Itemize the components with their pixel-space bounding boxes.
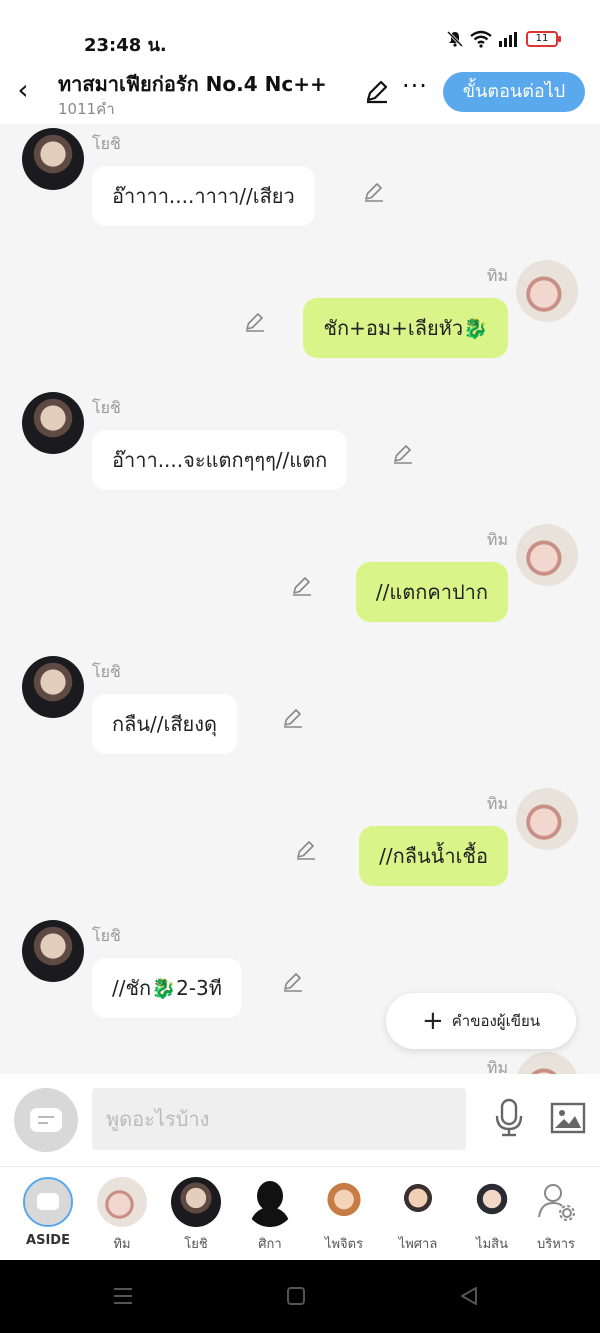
character-bar: ASIDE ทิม โยชิ ศิกา ไพจิตร ไพศาล ไมสิน บ…	[0, 1166, 600, 1260]
avatar-tim[interactable]	[516, 260, 578, 322]
signal-icon	[499, 32, 517, 47]
message-sender: ทิม	[486, 794, 508, 813]
manage-characters-button[interactable]: บริหาร	[521, 1177, 591, 1254]
message-sender: ทิม	[486, 530, 508, 549]
message-bubble[interactable]: //กลืนน้ำเชื้อ	[359, 826, 508, 886]
avatar-tim[interactable]	[516, 1052, 578, 1074]
edit-pen-icon[interactable]	[290, 574, 314, 598]
message-bubble[interactable]: //ชัก🐉2-3ที	[92, 958, 242, 1018]
back-triangle-icon[interactable]	[458, 1284, 480, 1308]
message-sender: โยชิ	[92, 926, 121, 945]
avatar-tim[interactable]	[516, 788, 578, 850]
message-sender: โยชิ	[92, 134, 121, 153]
author-note-label: คำของผู้เขียน	[451, 1012, 541, 1030]
message-bubble[interactable]: กลืน//เสียงดุ	[92, 694, 238, 754]
character-item-yoshi[interactable]: โยชิ	[161, 1177, 231, 1254]
character-item-paisan[interactable]: ไพศาล	[383, 1177, 453, 1254]
message-sender: ทิม	[486, 1058, 508, 1074]
character-name: บริหาร	[536, 1237, 576, 1252]
system-nav-bar	[0, 1260, 600, 1333]
menu-icon[interactable]	[112, 1284, 134, 1308]
page-title: ทาสมาเฟียก่อรัก No.4 Nc++	[58, 72, 327, 96]
status-icons: 11	[446, 30, 561, 48]
author-note-button[interactable]: + คำของผู้เขียน	[386, 993, 576, 1049]
avatar-yoshi[interactable]	[22, 920, 84, 982]
edit-pen-icon[interactable]	[364, 78, 390, 104]
status-bar: 23:48 น. 11	[0, 0, 600, 64]
more-options-icon[interactable]: ···	[402, 72, 428, 100]
edit-pen-icon[interactable]	[294, 838, 318, 862]
back-arrow-icon[interactable]: ‹	[10, 74, 36, 106]
character-name: ไพจิตร	[324, 1237, 364, 1252]
aside-icon	[23, 1177, 73, 1227]
message-input[interactable]	[92, 1088, 466, 1150]
message-bubble[interactable]: อ๊าาาา....าาาา//เสียว	[92, 166, 315, 226]
avatar	[393, 1177, 443, 1227]
character-name: ไมสิน	[476, 1237, 508, 1252]
edit-pen-icon[interactable]	[362, 180, 386, 204]
edit-pen-icon[interactable]	[281, 970, 305, 994]
message-bubble[interactable]: ชัก+อม+เลียหัว🐉	[303, 298, 508, 358]
home-icon[interactable]	[285, 1284, 307, 1308]
avatar	[97, 1177, 147, 1227]
avatar	[319, 1177, 369, 1227]
edit-pen-icon[interactable]	[243, 310, 267, 334]
avatar	[467, 1177, 517, 1227]
character-item-maisin[interactable]: ไมสิน	[457, 1177, 527, 1254]
wifi-icon	[470, 30, 492, 48]
message-sender: ทิม	[486, 266, 508, 285]
character-name: โยชิ	[184, 1237, 208, 1252]
character-item-aside[interactable]: ASIDE	[13, 1177, 83, 1248]
edit-pen-icon[interactable]	[391, 442, 415, 466]
avatar-yoshi[interactable]	[22, 392, 84, 454]
avatar-yoshi[interactable]	[22, 128, 84, 190]
message-sender: โยชิ	[92, 398, 121, 417]
message-bubble[interactable]: //แตกคาปาก	[355, 562, 508, 622]
character-name: ไพศาล	[398, 1237, 438, 1252]
user-settings-icon	[531, 1177, 581, 1227]
next-step-button[interactable]: ขั้นตอนต่อไป	[443, 72, 585, 112]
plus-icon: +	[421, 1006, 444, 1036]
chat-area[interactable]: โยชิ อ๊าาาา....าาาา//เสียว ทิม ชัก+อม+เล…	[0, 124, 600, 1074]
character-name: ASIDE	[26, 1233, 70, 1248]
header: ‹ ทาสมาเฟียก่อรัก No.4 Nc++ 1011คำ ··· ข…	[0, 64, 600, 124]
message-bubble[interactable]: อ๊าาา....จะแตกๆๆๆ//แตก	[92, 430, 348, 490]
avatar-tim[interactable]	[516, 524, 578, 586]
chat-bubble-icon	[30, 1108, 62, 1132]
microphone-icon[interactable]	[494, 1098, 524, 1138]
character-item-tim[interactable]: ทิม	[87, 1177, 157, 1254]
character-item-sika[interactable]: ศิกา	[235, 1177, 305, 1254]
avatar-yoshi[interactable]	[22, 656, 84, 718]
mute-bell-icon	[446, 30, 464, 48]
message-sender: โยชิ	[92, 662, 121, 681]
narration-toggle-button[interactable]	[14, 1088, 78, 1152]
battery-icon: 11	[526, 31, 561, 47]
input-bar	[0, 1074, 600, 1166]
avatar	[245, 1177, 295, 1227]
avatar	[171, 1177, 221, 1227]
character-name: ทิม	[113, 1237, 131, 1252]
status-time: 23:48 น.	[84, 35, 167, 56]
word-count: 1011คำ	[58, 100, 115, 118]
character-name: ศิกา	[258, 1237, 282, 1252]
character-item-paijit[interactable]: ไพจิตร	[309, 1177, 379, 1254]
image-icon[interactable]	[550, 1102, 586, 1134]
edit-pen-icon[interactable]	[281, 706, 305, 730]
